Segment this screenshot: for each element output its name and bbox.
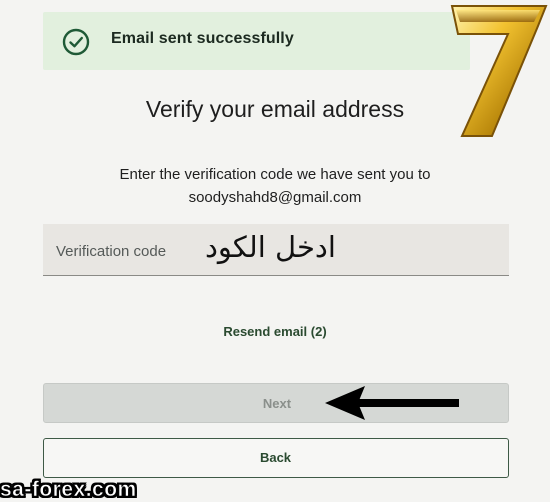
watermark-text: sa-forex.com (0, 478, 137, 502)
gold-seven-logo (450, 5, 548, 137)
arabic-annotation-text: ادخل الكود (205, 230, 336, 264)
left-arrow-icon (325, 386, 459, 420)
success-message: Email sent successfully (111, 30, 294, 47)
resend-email-link[interactable]: Resend email (2) (0, 324, 550, 339)
check-circle-icon (62, 28, 90, 56)
arabic-annotation: ادخل الكود (205, 230, 336, 264)
email-address: soodyshahd8@gmail.com (188, 189, 362, 206)
verification-code-placeholder: Verification code (56, 243, 167, 260)
back-button[interactable]: Back (43, 438, 509, 478)
instruction-text: Enter the verification code we have sent… (119, 166, 431, 183)
back-button-label: Back (259, 450, 292, 465)
